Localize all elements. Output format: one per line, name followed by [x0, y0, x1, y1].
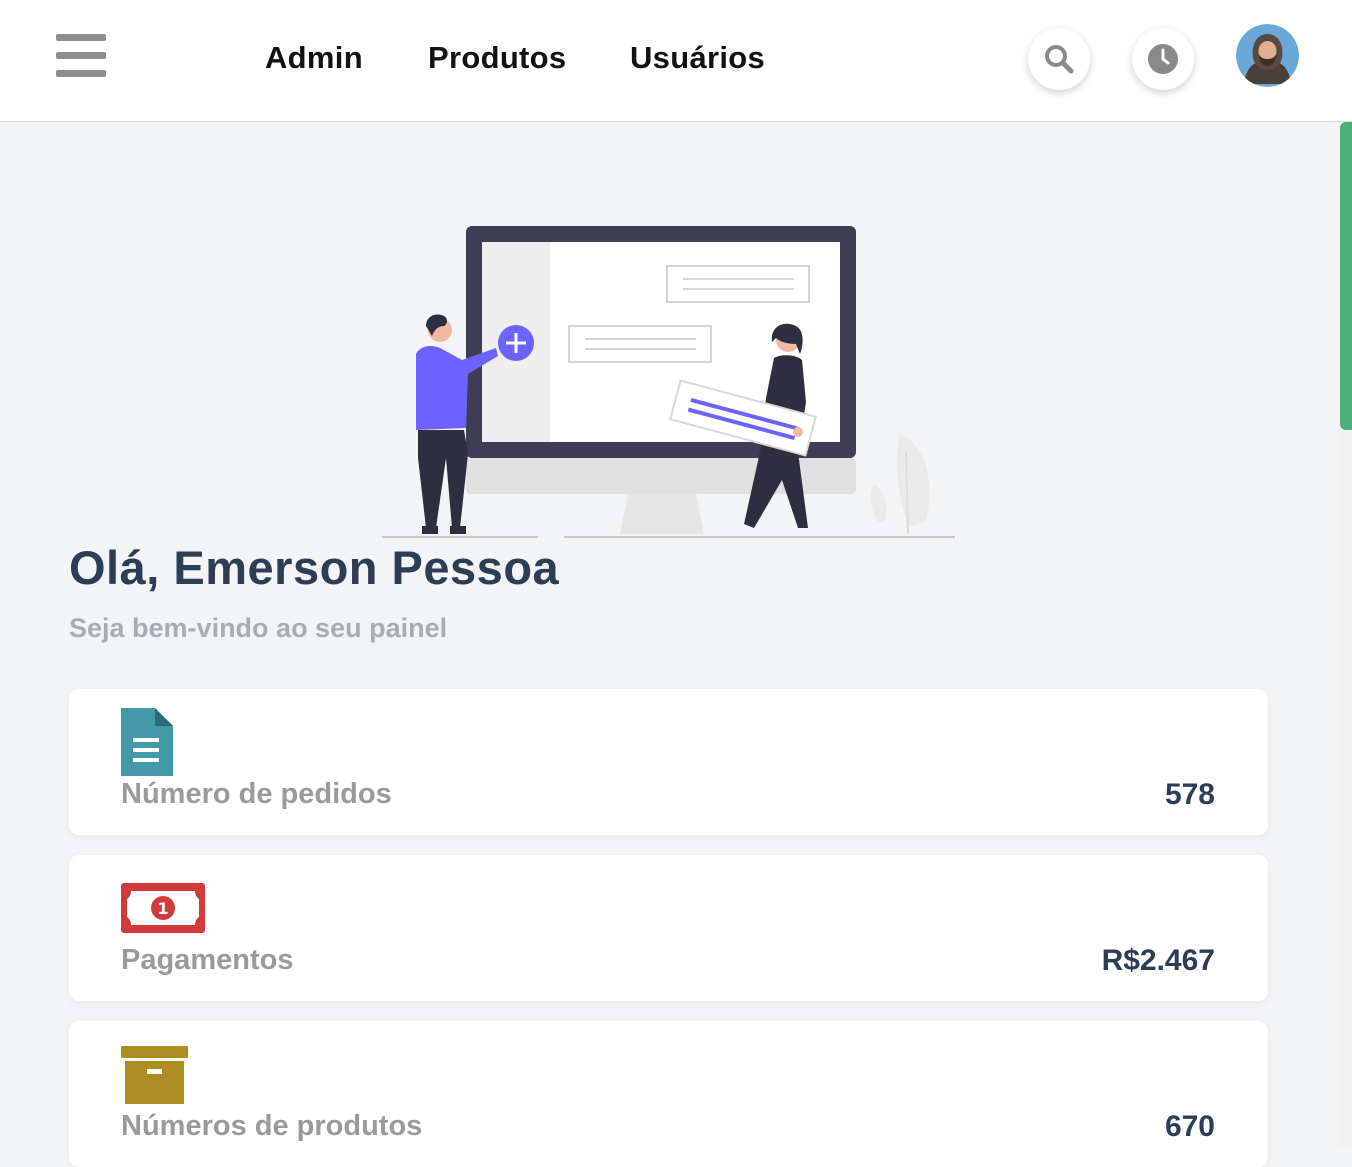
- stat-card-orders[interactable]: Número de pedidos 578: [69, 689, 1268, 835]
- nav-link-admin[interactable]: Admin: [265, 40, 363, 80]
- hamburger-menu-icon[interactable]: [56, 34, 108, 80]
- search-icon: [1045, 45, 1074, 74]
- stat-value: 670: [1164, 1110, 1215, 1143]
- history-button[interactable]: [1132, 28, 1194, 90]
- page-subtitle: Seja bem-vindo ao seu painel: [69, 613, 448, 643]
- stat-card-payments[interactable]: 1 Pagamentos R$2.467: [69, 855, 1268, 1001]
- search-button[interactable]: [1028, 28, 1090, 90]
- stat-label: Número de pedidos: [121, 778, 392, 810]
- archive-box-icon: [121, 1046, 188, 1104]
- money-bill-icon: 1: [121, 883, 205, 933]
- dashboard-illustration: [382, 226, 955, 538]
- stat-label: Números de produtos: [121, 1110, 423, 1142]
- stat-value: 578: [1164, 778, 1215, 811]
- nav-link-produtos[interactable]: Produtos: [428, 40, 566, 80]
- user-avatar[interactable]: [1236, 24, 1299, 87]
- stat-card-products[interactable]: Números de produtos 670: [69, 1021, 1268, 1167]
- stat-value: R$2.467: [1101, 944, 1215, 977]
- page-title: Olá, Emerson Pessoa: [69, 541, 560, 594]
- stat-label: Pagamentos: [121, 944, 294, 976]
- svg-text:1: 1: [157, 899, 168, 918]
- document-icon: [121, 708, 173, 776]
- scrollbar-thumb[interactable]: [1340, 122, 1352, 430]
- nav-link-usuarios[interactable]: Usuários: [630, 40, 765, 80]
- top-navbar: Admin Produtos Usuários: [0, 0, 1352, 122]
- clock-icon: [1148, 44, 1178, 74]
